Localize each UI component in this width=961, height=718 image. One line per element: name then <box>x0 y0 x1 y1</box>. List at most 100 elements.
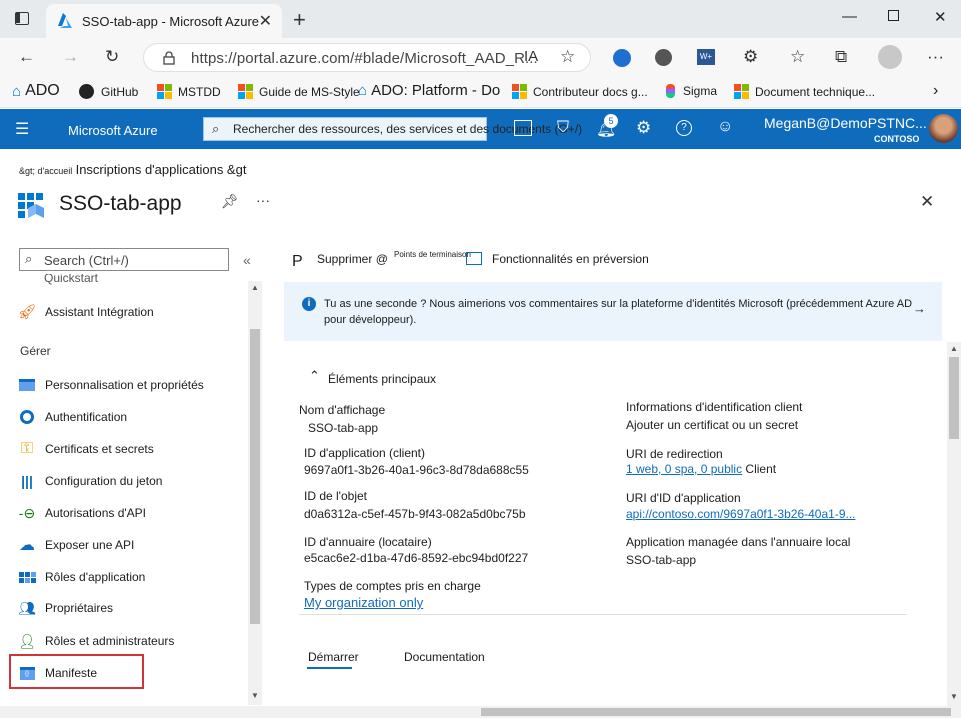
banner-text[interactable]: Tu as une seconde ? Nous aimerions vos c… <box>324 296 919 328</box>
extensions-icon[interactable]: ⚙ <box>743 47 758 67</box>
github-icon <box>79 84 94 99</box>
lock-icon <box>163 51 175 65</box>
extension-word-icon[interactable]: W+ <box>697 49 715 65</box>
more-options-icon[interactable]: ··· <box>256 192 270 208</box>
global-search-input[interactable]: ⌕ Rechercher des ressources, des service… <box>203 117 582 141</box>
redirect-uri-label: URI de redirection <box>626 447 723 461</box>
menu-item-roles-admins[interactable]: 👤︎ Rôles et administrateurs <box>18 629 174 653</box>
menu-item-certificates[interactable]: ⚿ Certificats et secrets <box>18 437 154 461</box>
refresh-icon[interactable]: ↻ <box>105 47 119 67</box>
essentials-header[interactable]: Éléments principaux <box>328 372 436 386</box>
content-scrollbar[interactable]: ▲ ▼ <box>947 342 961 706</box>
feedback-icon[interactable]: ☺ <box>717 118 733 136</box>
app-id-label: ID d'application (client) <box>304 446 426 460</box>
app-id-value[interactable]: 9697a0f1-3b26-40a1-96c3-8d78da688c55 <box>304 463 529 477</box>
scroll-up-icon: ▲ <box>251 283 259 292</box>
ado-icon: ⌂ <box>358 82 368 99</box>
pin-icon[interactable]: 📌︎ <box>221 193 239 210</box>
directory-filter-icon[interactable]: ⛉ <box>557 119 569 137</box>
microsoft-icon <box>238 84 253 99</box>
tenant-id-value[interactable]: e5cac6e2-d1ba-47d6-8592-ebc94bd0f227 <box>304 551 528 565</box>
client-creds-label: Informations d'identification client <box>626 400 803 414</box>
menu-item-app-roles[interactable]: Rôles d'application <box>18 565 145 589</box>
horizontal-scrollbar[interactable] <box>0 706 961 718</box>
collapse-menu-button[interactable]: « <box>243 252 251 268</box>
bookmark-mstdd[interactable]: MSTDD <box>157 84 221 99</box>
favorites-icon[interactable]: ☆ <box>790 47 805 67</box>
favorite-add-icon[interactable]: ☆ <box>560 47 575 67</box>
collections-icon[interactable]: ⧉ <box>835 47 847 67</box>
menu-item-token-config[interactable]: ||| Configuration du jeton <box>18 469 162 493</box>
delete-button[interactable]: Supprimer @ <box>317 252 388 266</box>
object-id-value[interactable]: d0a6312a-c5ef-457b-9f43-082a5d0bc75b <box>304 507 526 521</box>
menu-item-integration-assistant[interactable]: 🚀︎ Assistant Intégration <box>17 300 153 324</box>
display-name-value: SSO-tab-app <box>308 421 379 435</box>
chevron-right-icon[interactable]: › <box>933 82 938 100</box>
menu-item-api-permissions[interactable]: -⊖ Autorisations d'API <box>18 501 146 525</box>
client-creds-link[interactable]: Ajouter un certificat ou un secret <box>626 418 798 432</box>
profile-avatar-icon[interactable] <box>878 45 902 69</box>
bookmark-tech-doc[interactable]: Document technique... <box>734 84 875 99</box>
user-avatar[interactable] <box>929 114 958 143</box>
search-icon: ⌕ <box>212 121 220 136</box>
immersive-reader-label[interactable]: IA <box>524 48 538 65</box>
forward-icon[interactable]: → <box>62 47 79 67</box>
portal-menu-icon[interactable]: ☰ <box>15 119 29 139</box>
menu-item-quickstart[interactable]: Quickstart <box>44 274 98 285</box>
close-tab-icon[interactable]: ✕ <box>259 11 272 31</box>
bookmark-github[interactable]: GitHub <box>79 84 138 99</box>
authentication-icon <box>18 408 36 426</box>
chevron-up-icon[interactable]: ⌃ <box>309 368 320 384</box>
microsoft-icon <box>157 84 172 99</box>
close-window-icon[interactable]: ✕ <box>934 8 947 26</box>
tab-documentation[interactable]: Documentation <box>404 650 485 664</box>
back-icon[interactable]: ← <box>18 47 35 67</box>
user-name[interactable]: MeganB@DemoPSTNC... <box>764 115 927 131</box>
extension-chart-icon[interactable] <box>655 49 672 66</box>
menu-scrollbar-thumb[interactable] <box>250 329 260 624</box>
cloud-shell-icon[interactable] <box>514 120 532 136</box>
breadcrumb: &gt; d'accueil Inscriptions d'applicatio… <box>19 162 246 177</box>
breadcrumb-home[interactable]: &gt; d'accueil <box>19 166 72 176</box>
bookmark-sigma[interactable]: Sigma <box>666 84 717 98</box>
menu-item-manifest[interactable]: {} Manifeste <box>18 661 97 685</box>
menu-item-authentication[interactable]: Authentification <box>18 405 127 429</box>
menu-item-owners[interactable]: 👥︎ Propriétaires <box>18 596 113 620</box>
bookmark-docs-contributor[interactable]: Contributeur docs g... <box>512 84 648 99</box>
browser-tab[interactable]: SSO-tab-app - Microsoft Azure ✕ <box>46 4 282 38</box>
horizontal-scrollbar-thumb[interactable] <box>481 708 951 716</box>
tab-actions-icon[interactable] <box>15 12 29 25</box>
menu-item-branding[interactable]: Personnalisation et propriétés <box>18 373 204 397</box>
browser-tab-strip: SSO-tab-app - Microsoft Azure ✕ + — ✕ <box>0 0 961 38</box>
rocket-icon: 🚀︎ <box>17 304 37 321</box>
arrow-right-icon[interactable]: → <box>913 301 926 316</box>
menu-scrollbar[interactable]: ▲ ▼ <box>248 281 262 705</box>
bookmark-ado-platform[interactable]: ⌂ ADO: Platform - Do <box>358 82 500 99</box>
settings-icon[interactable]: ⚙ <box>636 118 651 138</box>
managed-app-link[interactable]: SSO-tab-app <box>626 553 696 567</box>
content-scrollbar-thumb[interactable] <box>949 357 959 439</box>
command-p[interactable]: P <box>292 253 303 271</box>
redirect-uri-link[interactable]: 1 web, 0 spa, 0 public <box>626 462 742 476</box>
tab-get-started[interactable]: Démarrer <box>308 650 359 664</box>
endpoints-button[interactable]: Points de terminaison <box>394 250 471 259</box>
close-blade-icon[interactable]: ✕ <box>920 192 934 212</box>
bookmark-ado[interactable]: ⌂ ADO <box>12 82 60 100</box>
extension-shield-icon[interactable] <box>613 49 631 67</box>
preview-features-button[interactable]: Fonctionnalités en préversion <box>492 252 649 266</box>
app-id-uri-link[interactable]: api://contoso.com/9697a0f1-3b26-40a1-9..… <box>626 507 856 521</box>
brand-label[interactable]: Microsoft Azure <box>68 123 158 138</box>
account-types-link[interactable]: My organization only <box>304 595 423 610</box>
menu-search-input[interactable]: ⌕ Search (Ctrl+/) <box>19 248 229 271</box>
app-registration-icon <box>18 193 44 218</box>
bookmark-style-guide[interactable]: Guide de MS-Style <box>238 84 360 99</box>
minimize-icon[interactable]: — <box>842 8 857 25</box>
menu-item-expose-api[interactable]: ☁ Exposer une API <box>18 533 134 557</box>
admin-roles-icon: 👤︎ <box>18 632 36 649</box>
azure-logo-icon <box>58 13 72 28</box>
new-tab-icon[interactable]: + <box>293 7 306 33</box>
more-icon[interactable]: ··· <box>927 47 944 67</box>
maximize-icon[interactable] <box>888 10 899 21</box>
help-icon[interactable]: ? <box>676 120 692 136</box>
breadcrumb-app-registrations[interactable]: Inscriptions d'applications &gt <box>76 162 247 177</box>
